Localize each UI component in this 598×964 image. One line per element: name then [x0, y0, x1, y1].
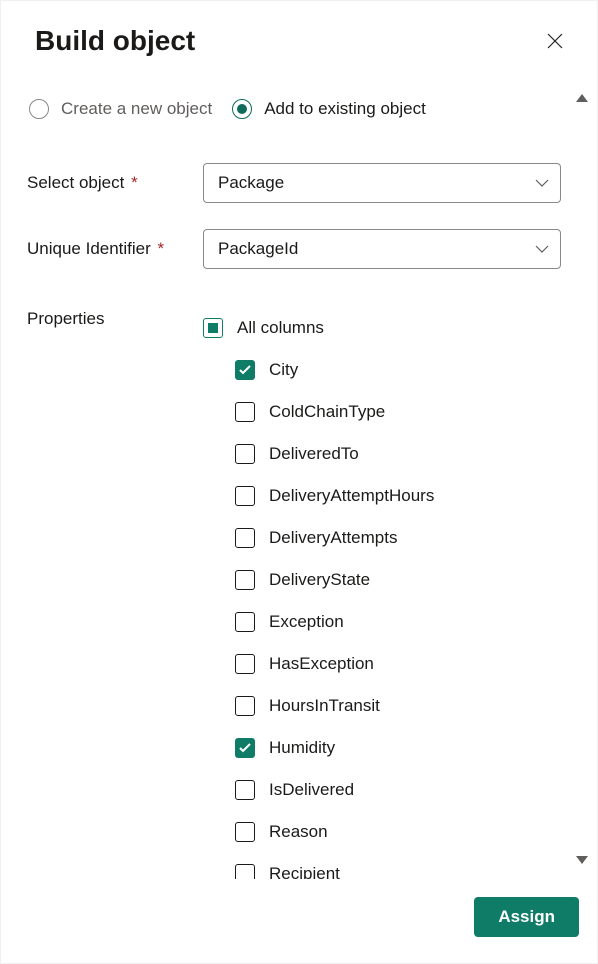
checkbox-icon — [235, 780, 255, 800]
unique-identifier-label: Unique Identifier * — [27, 239, 203, 259]
unique-identifier-row: Unique Identifier * PackageId — [27, 229, 561, 269]
checkbox-label: DeliveryState — [269, 570, 370, 590]
checkbox-icon — [235, 654, 255, 674]
radio-label: Create a new object — [61, 99, 212, 119]
unique-identifier-dropdown[interactable]: PackageId — [203, 229, 561, 269]
close-icon — [547, 33, 563, 49]
property-checkbox-row[interactable]: Humidity — [203, 727, 561, 769]
radio-icon — [232, 99, 252, 119]
checkbox-label: HasException — [269, 654, 374, 674]
checkbox-label: Exception — [269, 612, 344, 632]
radio-option-create[interactable]: Create a new object — [29, 99, 212, 119]
checkbox-icon — [235, 486, 255, 506]
radio-icon — [29, 99, 49, 119]
unique-identifier-value[interactable]: PackageId — [203, 229, 561, 269]
checkbox-label: Humidity — [269, 738, 335, 758]
checkbox-icon — [235, 738, 255, 758]
scroll-down-arrow-icon — [575, 855, 589, 865]
radio-option-add[interactable]: Add to existing object — [232, 99, 426, 119]
mode-radio-group: Create a new object Add to existing obje… — [27, 99, 561, 119]
checkbox-icon — [235, 822, 255, 842]
property-checkbox-row[interactable]: HasException — [203, 643, 561, 685]
property-checkbox-row[interactable]: City — [203, 349, 561, 391]
panel-footer: Assign — [1, 887, 597, 963]
select-object-dropdown[interactable]: Package — [203, 163, 561, 203]
required-mark: * — [153, 239, 164, 258]
checkbox-label: DeliveryAttempts — [269, 528, 397, 548]
required-mark: * — [126, 173, 137, 192]
checkbox-icon — [235, 696, 255, 716]
property-checkbox-row[interactable]: Reason — [203, 811, 561, 853]
panel-body[interactable]: Create a new object Add to existing obje… — [15, 85, 573, 879]
checkbox-icon — [203, 318, 223, 338]
select-object-row: Select object * Package — [27, 163, 561, 203]
property-checkbox-row[interactable]: Exception — [203, 601, 561, 643]
checkbox-label: HoursInTransit — [269, 696, 380, 716]
close-button[interactable] — [541, 27, 569, 55]
all-columns-checkbox-row[interactable]: All columns — [203, 307, 561, 349]
property-checkbox-row[interactable]: DeliveryAttemptHours — [203, 475, 561, 517]
panel-header: Build object — [1, 1, 597, 69]
panel-title: Build object — [35, 25, 195, 57]
checkbox-label: City — [269, 360, 298, 380]
checkbox-label: Recipient — [269, 864, 340, 879]
checkbox-label: IsDelivered — [269, 780, 354, 800]
checkbox-icon — [235, 570, 255, 590]
checkbox-label: ColdChainType — [269, 402, 385, 422]
properties-row: Properties All columns City ColdChainTyp… — [27, 307, 561, 879]
checkbox-icon — [235, 444, 255, 464]
property-checkbox-row[interactable]: Recipient — [203, 853, 561, 879]
select-object-value[interactable]: Package — [203, 163, 561, 203]
build-object-panel: Build object Create a new object Add to … — [0, 0, 598, 964]
property-checkbox-row[interactable]: ColdChainType — [203, 391, 561, 433]
checkbox-icon — [235, 528, 255, 548]
scroll-up-arrow-icon — [575, 93, 589, 103]
radio-label: Add to existing object — [264, 99, 426, 119]
checkbox-label: Reason — [269, 822, 328, 842]
property-checkbox-row[interactable]: DeliveredTo — [203, 433, 561, 475]
checkbox-label: All columns — [237, 318, 324, 338]
checkbox-icon — [235, 360, 255, 380]
checkbox-label: DeliveryAttemptHours — [269, 486, 434, 506]
checkbox-icon — [235, 402, 255, 422]
property-checkbox-row[interactable]: DeliveryAttempts — [203, 517, 561, 559]
property-checkbox-row[interactable]: IsDelivered — [203, 769, 561, 811]
properties-label: Properties — [27, 307, 203, 329]
checkbox-label: DeliveredTo — [269, 444, 359, 464]
property-checkbox-row[interactable]: HoursInTransit — [203, 685, 561, 727]
property-checkbox-row[interactable]: DeliveryState — [203, 559, 561, 601]
checkbox-icon — [235, 612, 255, 632]
select-object-label: Select object * — [27, 173, 203, 193]
properties-list: All columns City ColdChainType Delivered… — [203, 307, 561, 879]
checkbox-icon — [235, 864, 255, 879]
assign-button[interactable]: Assign — [474, 897, 579, 937]
